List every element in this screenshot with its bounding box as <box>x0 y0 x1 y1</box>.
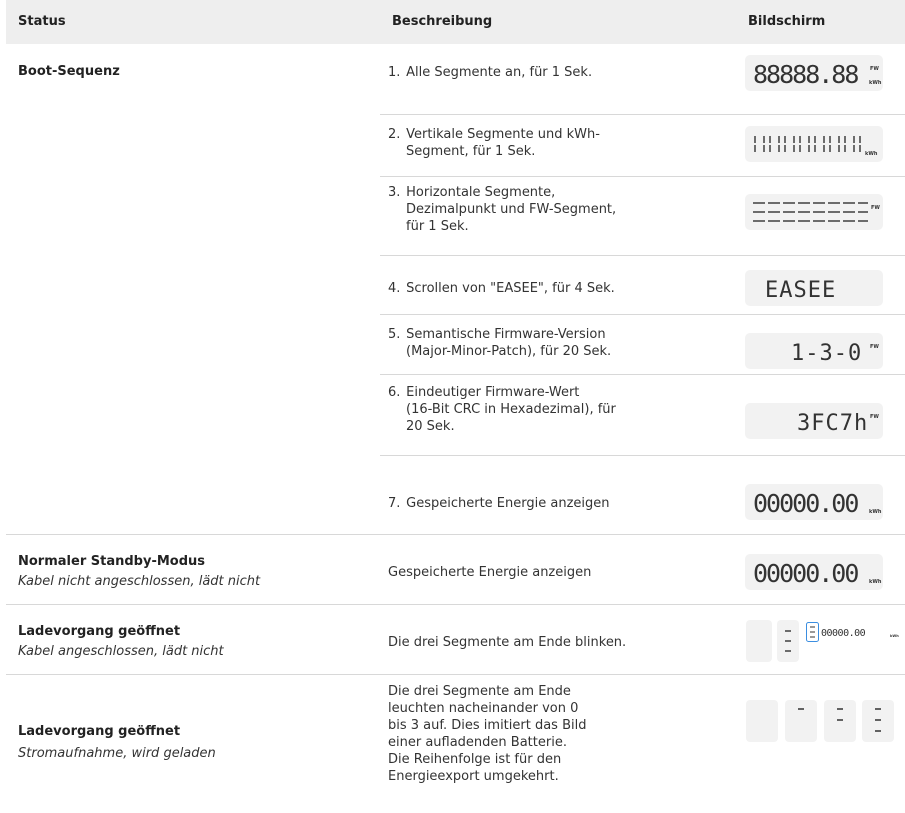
divider <box>380 374 905 375</box>
svg-text:EASEE: EASEE <box>765 278 836 303</box>
lcd-energy-boot: 00000.00 kWh <box>745 484 883 520</box>
divider <box>6 534 905 535</box>
status-open-subtitle: Kabel angeschlossen, lädt nicht <box>18 644 224 659</box>
svg-text:3FC7h: 3FC7h <box>797 411 868 436</box>
svg-text:kWh: kWh <box>869 509 882 515</box>
boot-step-7: 7. Gespeicherte Energie anzeigen <box>388 496 610 511</box>
standby-description: Gespeicherte Energie anzeigen <box>388 565 592 580</box>
boot-step-3: 3. Horizontale Segmente, Dezimalpunkt un… <box>388 185 617 234</box>
lcd-crc: 3FC7h FW <box>745 403 883 439</box>
header-description: Beschreibung <box>392 14 493 29</box>
open-description: Die drei Segmente am Ende blinken. <box>388 635 627 650</box>
svg-text:00000.00: 00000.00 <box>753 559 858 588</box>
segment-box-empty <box>746 620 772 662</box>
boot-step-6: 6. Eindeutiger Firmware-Wert (16-Bit CRC… <box>388 385 616 434</box>
header-status: Status <box>18 14 66 29</box>
lcd-horizontal-segments: FW <box>745 194 883 230</box>
status-charging-title: Ladevorgang geöffnet <box>18 724 181 739</box>
lcd-vertical-segments: kWh <box>745 126 883 162</box>
boot-step-4: 4. Scrollen von "EASEE", für 4 Sek. <box>388 281 615 296</box>
svg-text:FW: FW <box>870 344 879 350</box>
svg-text:kWh: kWh <box>869 579 882 585</box>
mini-lcd-energy: 00000.00 kWh <box>806 622 902 642</box>
segment-box-bars <box>777 620 799 662</box>
divider <box>380 176 905 177</box>
divider <box>380 455 905 456</box>
svg-text:00000.00: 00000.00 <box>753 489 858 518</box>
divider <box>380 255 905 256</box>
battery-step-3 <box>862 700 894 742</box>
boot-step-1: 1. Alle Segmente an, für 1 Sek. <box>388 65 593 80</box>
svg-text:FW: FW <box>871 205 880 211</box>
svg-text:00000.00: 00000.00 <box>821 628 866 639</box>
divider <box>6 604 905 605</box>
svg-text:88888.88: 88888.88 <box>753 60 858 89</box>
svg-text:FW: FW <box>870 414 879 420</box>
lcd-all-segments: 88888.88 FW kWh <box>745 55 883 91</box>
header-display: Bildschirm <box>748 14 826 29</box>
svg-text:kWh: kWh <box>865 151 878 157</box>
status-charging-subtitle: Stromaufnahme, wird geladen <box>18 746 216 761</box>
lcd-energy-standby: 00000.00 kWh <box>745 554 883 590</box>
table-header: Status Beschreibung Bildschirm <box>6 0 905 44</box>
status-standby-title: Normaler Standby-Modus <box>18 554 206 569</box>
status-standby-subtitle: Kabel nicht angeschlossen, lädt nicht <box>18 574 261 589</box>
status-open-title: Ladevorgang geöffnet <box>18 624 181 639</box>
lcd-easee: EASEE <box>745 270 883 306</box>
divider <box>380 114 905 115</box>
battery-step-2 <box>824 700 856 742</box>
divider <box>380 314 905 315</box>
battery-step-0 <box>746 700 778 742</box>
battery-step-1 <box>785 700 817 742</box>
boot-step-2: 2. Vertikale Segmente und kWh- Segment, … <box>388 127 600 159</box>
svg-text:1-3-0: 1-3-0 <box>791 341 862 366</box>
svg-text:kWh: kWh <box>869 80 882 86</box>
boot-step-5: 5. Semantische Firmware-Version (Major-M… <box>388 327 612 359</box>
svg-text:kWh: kWh <box>890 634 899 638</box>
lcd-version: 1-3-0 FW <box>745 333 883 369</box>
svg-text:FW: FW <box>870 66 879 72</box>
status-boot-sequence: Boot-Sequenz <box>18 64 120 79</box>
divider <box>6 674 905 675</box>
charging-description: Die drei Segmente am Ende leuchten nache… <box>388 684 587 784</box>
